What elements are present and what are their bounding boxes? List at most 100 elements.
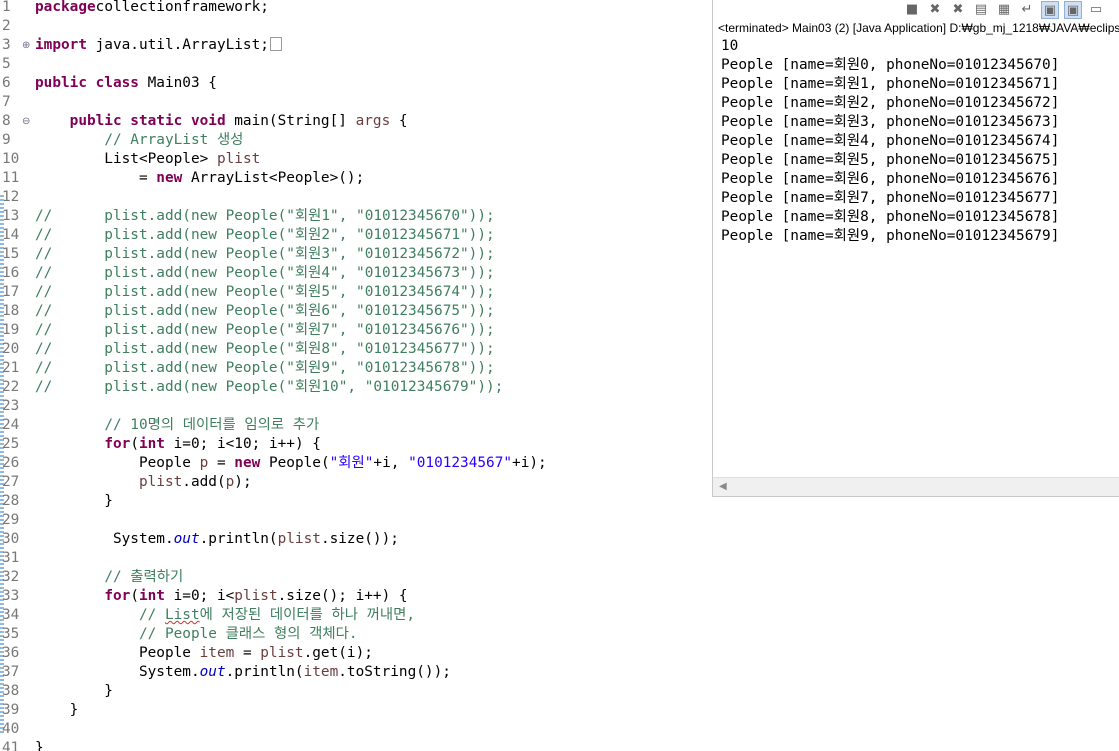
remove-launch-icon[interactable]: ✖ — [926, 1, 944, 19]
code-line[interactable]: 22 // plist.add(new People("회원10", "01012… — [0, 378, 712, 397]
code-token: People( — [260, 455, 330, 471]
console-border — [712, 496, 1119, 497]
line-number: 14 — [2, 227, 20, 243]
console-horizontal-scrollbar[interactable]: ◀ — [713, 477, 1119, 496]
code-text: // 10명의 데이터를 임의로 추가 — [35, 416, 319, 435]
display-console-icon[interactable]: ▣ — [1064, 1, 1082, 19]
code-text: } — [35, 682, 113, 701]
code-token: for — [104, 588, 131, 604]
code-text: List<People> plist — [35, 150, 260, 169]
code-line[interactable]: 29 — [0, 511, 712, 530]
console-output-line: 10 — [721, 38, 739, 54]
code-line[interactable]: 30 System.out.println(plist.size()); — [0, 530, 712, 549]
code-token: Main03 { — [138, 75, 217, 91]
code-line[interactable]: 37 System.out.println(item.toString()); — [0, 663, 712, 682]
console-output[interactable]: 10 People [name=회원0, phoneNo=01012345670]… — [721, 37, 1119, 246]
code-token: ArrayList<People>(); — [182, 170, 365, 186]
collapse-fold-icon[interactable]: ⊖ — [22, 112, 30, 131]
code-line[interactable]: 28 } — [0, 492, 712, 511]
code-token: i=0; i<10; i++) { — [164, 436, 321, 452]
code-line[interactable]: 33 for(int i=0; i<plist.size(); i++) { — [0, 587, 712, 606]
code-editor[interactable]: 1 packagecollectionframework; 2 3 ⊕ import ja… — [0, 0, 712, 751]
line-number: 33 — [2, 588, 20, 604]
code-token: } — [35, 493, 113, 509]
code-text: for(int i=0; i<plist.size(); i++) { — [35, 587, 408, 606]
code-line[interactable]: 5 — [0, 55, 712, 74]
code-line[interactable]: 26 People p = new People("회원"+i, "010123… — [0, 454, 712, 473]
code-line[interactable]: 19 // plist.add(new People("회원7", "010123… — [0, 321, 712, 340]
code-line[interactable]: 35 // People 클래스 형의 객체다. — [0, 625, 712, 644]
pin-console-icon[interactable]: ▣ — [1041, 1, 1059, 19]
console-output-line: People [name=회원3, phoneNo=01012345673] — [721, 114, 1060, 130]
console-view[interactable]: ■ ✖ ✖ ▤ ▦ ↵ ▣ ▣ ▭ <terminated> Main03 (2) [Java … — [712, 0, 1119, 496]
line-number: 11 — [2, 170, 20, 186]
folded-imports-icon[interactable] — [269, 37, 282, 51]
code-line[interactable]: 40 — [0, 720, 712, 739]
code-token: // 출력하기 — [104, 569, 184, 585]
line-number: 19 — [2, 322, 20, 338]
code-line[interactable]: 14 // plist.add(new People("회원2", "010123… — [0, 226, 712, 245]
code-token: .size(); i++) { — [277, 588, 408, 604]
line-number: 7 — [2, 94, 11, 110]
code-text: // 출력하기 — [35, 568, 183, 587]
code-line[interactable]: 39 } — [0, 701, 712, 720]
code-token: package — [35, 0, 96, 15]
code-line[interactable]: 31 — [0, 549, 712, 568]
code-line[interactable]: 17 // plist.add(new People("회원5", "010123… — [0, 283, 712, 302]
scroll-lock-icon[interactable]: ▦ — [995, 1, 1013, 19]
code-line[interactable]: 23 — [0, 397, 712, 416]
code-line[interactable]: 15 // plist.add(new People("회원3", "010123… — [0, 245, 712, 264]
code-line[interactable]: 6 public class Main03 { — [0, 74, 712, 93]
code-text: packagecollectionframework; — [35, 0, 269, 17]
code-line[interactable]: 41} — [0, 739, 712, 751]
expand-fold-icon[interactable]: ⊕ — [22, 36, 30, 55]
code-line[interactable]: 2 — [0, 17, 712, 36]
line-number: 13 — [2, 208, 20, 224]
code-line[interactable]: 32 // 출력하기 — [0, 568, 712, 587]
line-number: 12 — [2, 189, 20, 205]
code-line[interactable]: 36 People item = plist.get(i); — [0, 644, 712, 663]
code-token: plist — [138, 474, 183, 490]
code-token: new — [156, 170, 183, 186]
code-line[interactable]: 25 for(int i=0; i<10; i++) { — [0, 435, 712, 454]
code-line[interactable]: 3 ⊕ import java.util.ArrayList; — [0, 36, 712, 55]
code-line[interactable]: 8 ⊖ public static void main(String[] args… — [0, 112, 712, 131]
code-line[interactable]: 34 // List에 저장된 데이터를 하나 꺼내면, — [0, 606, 712, 625]
code-line[interactable]: 20 // plist.add(new People("회원8", "010123… — [0, 340, 712, 359]
console-output-line: People [name=회원6, phoneNo=01012345676] — [721, 171, 1060, 187]
line-number: 16 — [2, 265, 20, 281]
code-text: // plist.add(new People("회원6", "01012345… — [35, 302, 495, 321]
clear-console-icon[interactable]: ▤ — [972, 1, 990, 19]
code-token: .size()); — [320, 531, 399, 547]
code-line[interactable]: 21 // plist.add(new People("회원9", "010123… — [0, 359, 712, 378]
code-line[interactable]: 13 // plist.add(new People("회원1", "010123… — [0, 207, 712, 226]
code-line[interactable]: 1 packagecollectionframework; — [0, 0, 712, 17]
line-number: 1 — [2, 0, 11, 15]
code-line[interactable]: 9 // ArrayList 생성 — [0, 131, 712, 150]
code-token: p — [199, 455, 209, 471]
console-output-line: People [name=회원5, phoneNo=01012345675] — [721, 152, 1060, 168]
console-toolbar: ■ ✖ ✖ ▤ ▦ ↵ ▣ ▣ ▭ — [713, 0, 1119, 20]
line-number: 15 — [2, 246, 20, 262]
scroll-left-icon[interactable]: ◀ — [719, 481, 727, 492]
remove-all-terminated-icon[interactable]: ✖ — [949, 1, 967, 19]
code-token: for — [104, 436, 131, 452]
code-line[interactable]: 27 plist.add(p); — [0, 473, 712, 492]
code-line[interactable]: 7 — [0, 93, 712, 112]
code-token: // plist.add(new People("회원10", "0101234… — [35, 379, 504, 395]
open-console-icon[interactable]: ▭ — [1087, 1, 1105, 19]
code-line[interactable]: 10 List<People> plist — [0, 150, 712, 169]
line-number: 35 — [2, 626, 20, 642]
terminate-icon[interactable]: ■ — [903, 1, 921, 19]
line-number: 28 — [2, 493, 20, 509]
word-wrap-icon[interactable]: ↵ — [1018, 1, 1036, 19]
code-line[interactable]: 18 // plist.add(new People("회원6", "010123… — [0, 302, 712, 321]
code-line[interactable]: 38 } — [0, 682, 712, 701]
code-line[interactable]: 12 — [0, 188, 712, 207]
code-token: .println( — [199, 531, 278, 547]
line-number: 36 — [2, 645, 20, 661]
code-line[interactable]: 11 = new ArrayList<People>(); — [0, 169, 712, 188]
code-line[interactable]: 24 // 10명의 데이터를 임의로 추가 — [0, 416, 712, 435]
code-line[interactable]: 16 // plist.add(new People("회원4", "010123… — [0, 264, 712, 283]
code-token: .toString()); — [338, 664, 451, 680]
